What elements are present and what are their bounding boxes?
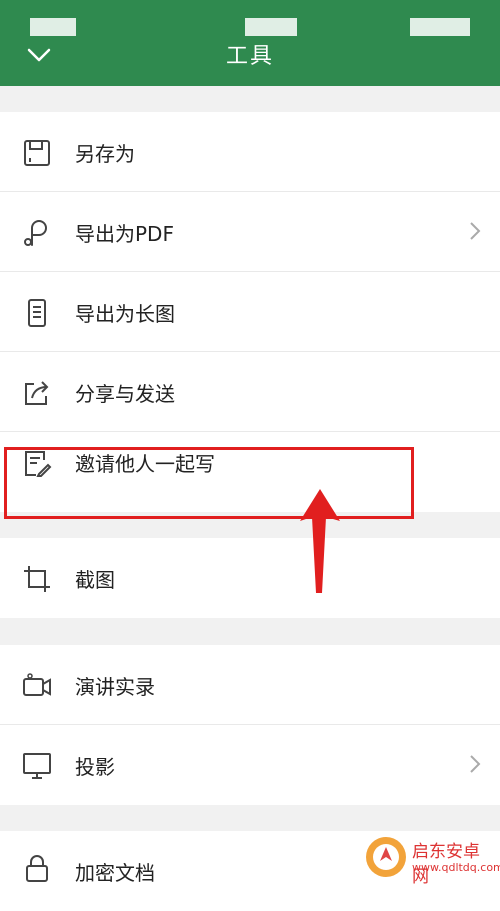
menu-item-projection[interactable]: 投影 (0, 725, 500, 805)
menu-item-label: 另存为 (75, 141, 135, 166)
menu-item-label: 截图 (75, 567, 115, 592)
menu-item-save-as[interactable]: 另存为 (0, 112, 500, 192)
tools-section-2: 截图 (0, 538, 500, 618)
video-record-icon (23, 673, 51, 696)
tools-section-3: 演讲实录 投影 (0, 645, 500, 805)
menu-item-export-pdf[interactable]: 导出为PDF (0, 192, 500, 272)
page-title: 工具 (225, 44, 274, 69)
long-image-icon (28, 299, 46, 327)
annotation-highlight-box (4, 447, 414, 519)
pdf-export-icon (24, 220, 47, 246)
annotation-arrow-icon (300, 489, 340, 593)
chevron-right-icon (470, 755, 481, 773)
menu-item-screenshot[interactable]: 截图 (0, 538, 500, 618)
menu-item-label: 演讲实录 (75, 674, 155, 699)
status-bar-blurred (30, 18, 76, 36)
menu-item-label: 加密文档 (75, 860, 155, 885)
watermark-logo-icon (366, 837, 406, 877)
watermark-url: www.qdltdq.com (412, 861, 500, 874)
watermark: 启东安卓网 www.qdltdq.com (364, 835, 500, 887)
lock-icon (26, 855, 48, 882)
status-bar-blurred (245, 18, 297, 36)
crop-icon (24, 566, 50, 592)
menu-item-label: 投影 (75, 754, 115, 779)
menu-item-label: 导出为长图 (75, 301, 175, 326)
menu-item-speech-record[interactable]: 演讲实录 (0, 645, 500, 725)
menu-item-export-long-image[interactable]: 导出为长图 (0, 272, 500, 352)
status-bar-blurred (410, 18, 470, 36)
share-icon (25, 381, 49, 405)
top-app-bar: 工具 (0, 0, 500, 86)
monitor-icon (23, 753, 51, 779)
save-icon (24, 140, 50, 166)
menu-item-label: 分享与发送 (75, 381, 175, 406)
chevron-right-icon (470, 222, 481, 240)
menu-item-share-send[interactable]: 分享与发送 (0, 352, 500, 432)
menu-item-label: 导出为PDF (75, 221, 174, 246)
